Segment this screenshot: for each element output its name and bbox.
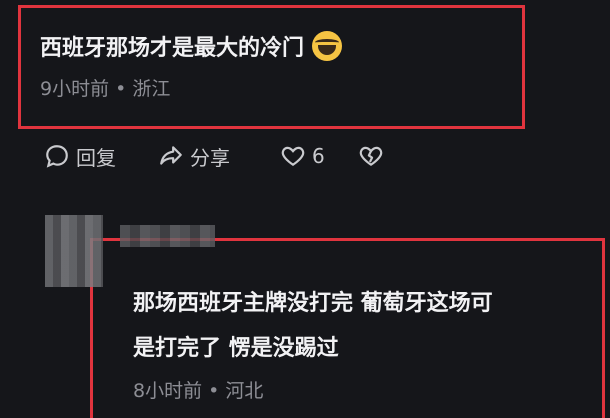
reply-label: 回复 bbox=[76, 145, 116, 170]
avatar[interactable] bbox=[45, 215, 103, 287]
reply-bubble-icon bbox=[46, 145, 68, 168]
dislike-button[interactable] bbox=[358, 140, 384, 172]
comment-2-line-2: 是打完了 愣是没踢过 bbox=[133, 336, 339, 361]
comment-2-location: 河北 bbox=[225, 380, 264, 402]
comment-2-meta: 8小时前 • 河北 bbox=[133, 376, 263, 403]
heart-icon bbox=[281, 146, 305, 166]
reply-button[interactable]: 回复 bbox=[44, 140, 116, 172]
comment-1-time: 9小时前 bbox=[40, 78, 110, 100]
share-button[interactable]: 分享 bbox=[158, 140, 230, 172]
meta-separator: • bbox=[115, 78, 133, 100]
comment-1-text: 西班牙那场才是最大的冷门 bbox=[40, 30, 343, 62]
face-with-tears-of-joy-icon bbox=[312, 31, 343, 61]
highlight-box-comment-1 bbox=[18, 5, 525, 129]
broken-heart-icon bbox=[359, 146, 383, 166]
username-redacted[interactable] bbox=[120, 225, 215, 247]
comment-1-meta: 9小时前 • 浙江 bbox=[40, 74, 170, 101]
like-button[interactable]: 6 bbox=[280, 140, 325, 172]
comment-1-location: 浙江 bbox=[132, 78, 171, 100]
comment-2-line-1: 那场西班牙主牌没打完 葡萄牙这场可 bbox=[133, 291, 493, 316]
comment-1-body: 西班牙那场才是最大的冷门 bbox=[40, 36, 305, 61]
share-arrow-icon bbox=[160, 146, 182, 165]
meta-separator: • bbox=[208, 380, 226, 402]
comment-2-time: 8小时前 bbox=[133, 380, 203, 402]
like-count: 6 bbox=[312, 144, 325, 168]
share-label: 分享 bbox=[190, 145, 230, 170]
